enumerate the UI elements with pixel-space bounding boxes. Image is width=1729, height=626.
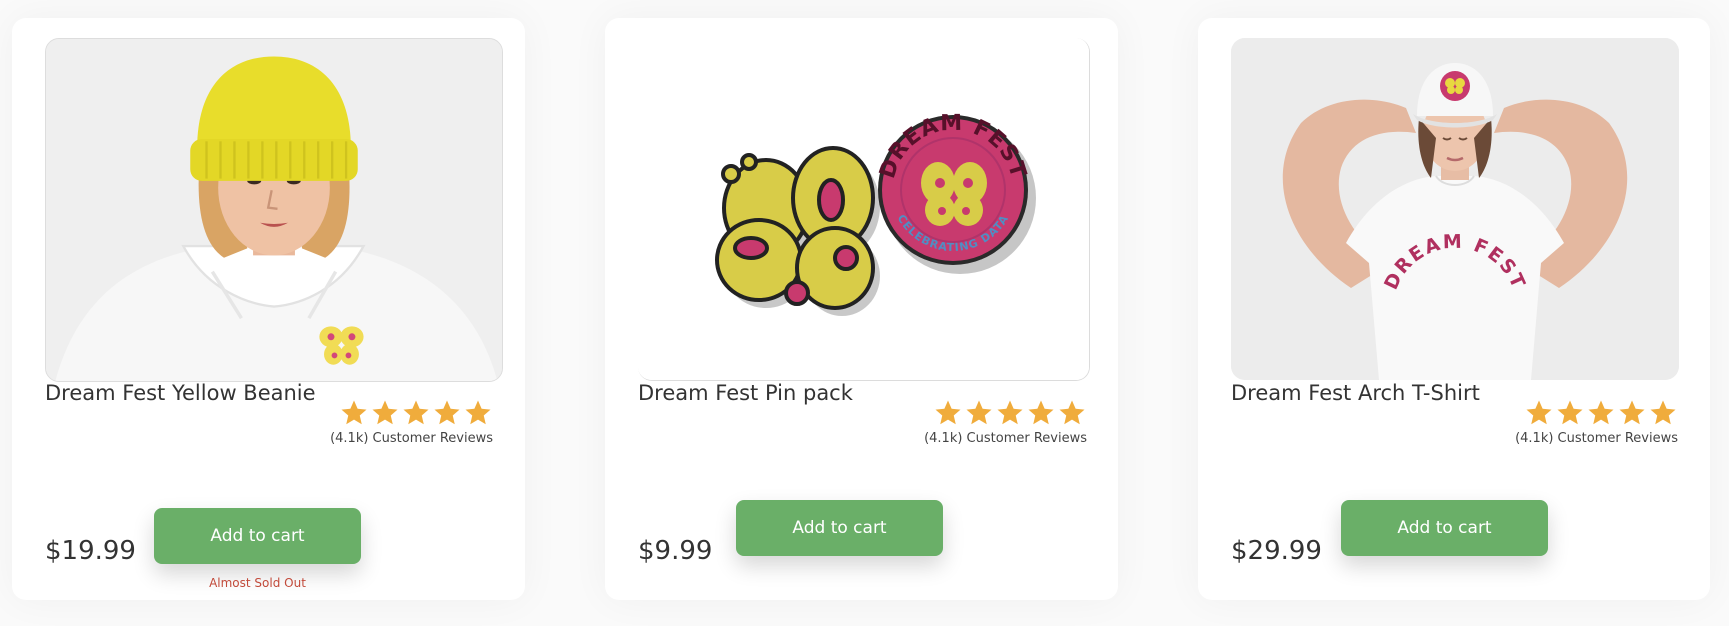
- product-card-arch-tshirt: DREAM FEST Dream Fest Arch T-Shirt (4.1k…: [1198, 18, 1710, 600]
- tshirt-model-photo: DREAM FEST: [1231, 38, 1679, 380]
- enamel-pins-photo: DREAM FEST CELEBRATING DATA: [638, 38, 1089, 380]
- star-icon: [966, 400, 992, 425]
- star-icon: [1650, 400, 1676, 425]
- product-title[interactable]: Dream Fest Arch T-Shirt: [1231, 381, 1480, 405]
- product-price: $9.99: [638, 536, 713, 566]
- star-icon: [1028, 400, 1054, 425]
- product-image[interactable]: DREAM FEST: [1231, 38, 1679, 380]
- product-image[interactable]: DREAM FEST CELEBRATING DATA: [638, 38, 1090, 381]
- star-icon: [1526, 400, 1552, 425]
- star-rating: [330, 398, 493, 428]
- star-icon: [997, 400, 1023, 425]
- stock-alert: Almost Sold Out: [209, 576, 306, 590]
- product-rating: (4.1k) Customer Reviews: [330, 398, 493, 446]
- star-icon: [1619, 400, 1645, 425]
- review-count[interactable]: (4.1k) Customer Reviews: [924, 431, 1087, 446]
- star-icon: [372, 400, 398, 425]
- product-rating: (4.1k) Customer Reviews: [1515, 398, 1678, 446]
- add-to-cart-button[interactable]: Add to cart: [154, 508, 361, 564]
- add-to-cart-button[interactable]: Add to cart: [736, 500, 943, 556]
- star-rating: [1515, 398, 1678, 428]
- product-price: $19.99: [45, 536, 136, 566]
- star-icon: [434, 400, 460, 425]
- star-icon: [1588, 400, 1614, 425]
- product-card-beanie: Dream Fest Yellow Beanie (4.1k) Customer…: [12, 18, 525, 600]
- add-to-cart-button[interactable]: Add to cart: [1341, 500, 1548, 556]
- product-title[interactable]: Dream Fest Yellow Beanie: [45, 381, 316, 405]
- star-icon: [341, 400, 367, 425]
- review-count[interactable]: (4.1k) Customer Reviews: [1515, 431, 1678, 446]
- star-icon: [935, 400, 961, 425]
- product-rating: (4.1k) Customer Reviews: [924, 398, 1087, 446]
- star-icon: [403, 400, 429, 425]
- product-title[interactable]: Dream Fest Pin pack: [638, 381, 853, 405]
- product-price: $29.99: [1231, 536, 1322, 566]
- product-card-pin-pack: DREAM FEST CELEBRATING DATA Dream Fest P…: [605, 18, 1118, 600]
- star-rating: [924, 398, 1087, 428]
- product-image[interactable]: [45, 38, 503, 382]
- star-icon: [465, 400, 491, 425]
- star-icon: [1557, 400, 1583, 425]
- beanie-model-photo: [46, 39, 502, 381]
- review-count[interactable]: (4.1k) Customer Reviews: [330, 431, 493, 446]
- star-icon: [1059, 400, 1085, 425]
